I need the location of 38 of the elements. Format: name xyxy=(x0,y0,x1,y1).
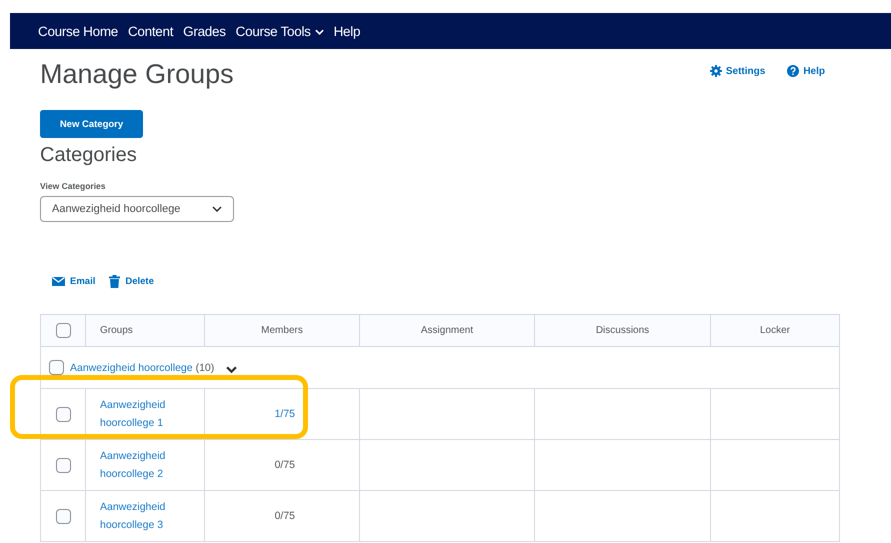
help-link[interactable]: Help xyxy=(787,65,825,77)
column-header: Groups xyxy=(100,325,133,336)
nav-link[interactable]: Course Tools xyxy=(236,24,324,38)
column-header: Discussions xyxy=(596,325,650,336)
category-link[interactable]: Aanwezigheid hoorcollege xyxy=(70,362,193,374)
checkbox[interactable] xyxy=(56,406,70,422)
envelope-icon xyxy=(52,276,65,286)
column-header: Assignment xyxy=(420,325,474,336)
trash-icon xyxy=(109,274,120,288)
members-link[interactable]: 1/75 xyxy=(274,408,295,420)
checkbox[interactable] xyxy=(56,458,70,472)
new-category-button[interactable]: New Category xyxy=(40,110,143,138)
category-select[interactable]: Aanwezigheid hoorcollege xyxy=(40,196,234,222)
nav-link[interactable]: Course Home xyxy=(38,24,118,38)
expand-toggle[interactable] xyxy=(226,364,238,375)
category-count: (10) xyxy=(196,362,214,374)
section-title: Categories xyxy=(40,144,138,167)
nav-link[interactable]: Content xyxy=(128,24,174,38)
field-label: View Categories xyxy=(40,181,107,191)
settings-icon xyxy=(710,65,722,77)
settings-link[interactable]: Settings xyxy=(710,65,766,77)
chevron-down-icon xyxy=(212,206,222,212)
chevron-down-icon xyxy=(314,29,324,35)
help-icon xyxy=(787,65,800,77)
page-title: Manage Groups xyxy=(40,59,234,90)
checkbox[interactable] xyxy=(56,323,70,338)
chevron-down-icon xyxy=(226,364,238,375)
checkbox[interactable] xyxy=(56,508,70,524)
column-header: Members xyxy=(261,325,303,336)
members-count: 0/75 xyxy=(274,459,295,471)
delete-button[interactable]: Delete xyxy=(109,274,154,288)
nav-link[interactable]: Help xyxy=(334,24,360,38)
checkbox[interactable] xyxy=(49,360,64,375)
column-header: Locker xyxy=(760,325,790,336)
nav-link[interactable]: Grades xyxy=(183,24,226,38)
members-count: 0/75 xyxy=(274,510,295,522)
email-button[interactable]: Email xyxy=(52,276,96,286)
select-value: Aanwezigheid hoorcollege xyxy=(52,203,180,215)
